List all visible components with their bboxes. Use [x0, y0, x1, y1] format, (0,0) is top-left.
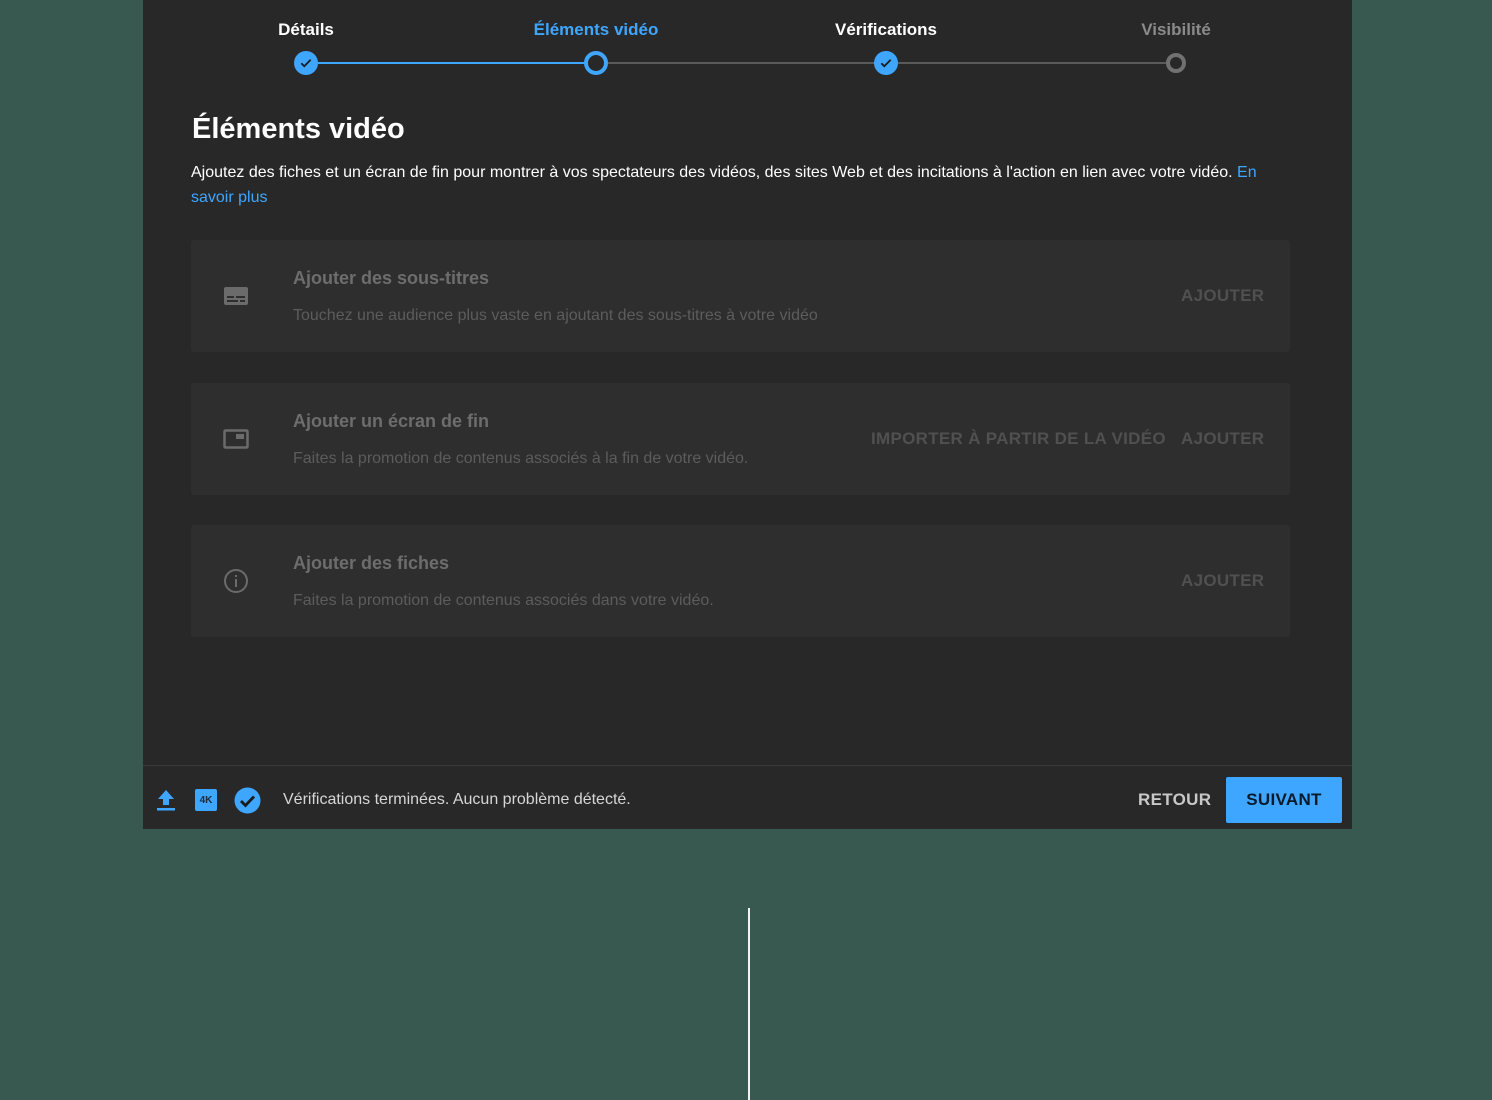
- step-checks-label[interactable]: Vérifications: [835, 20, 937, 40]
- dialog-footer: 4K Vérifications terminées. Aucun problè…: [143, 765, 1352, 830]
- cards-card: Ajouter des fiches Faites la promotion d…: [191, 525, 1290, 637]
- upload-dialog: Détails Éléments vidéo Vérifications Vis…: [143, 0, 1352, 829]
- step-visibility-label[interactable]: Visibilité: [1141, 20, 1211, 40]
- text-cursor-line: [748, 908, 750, 1100]
- step-video-elements-current-icon[interactable]: [584, 51, 608, 75]
- info-icon: [224, 569, 248, 593]
- next-button[interactable]: SUIVANT: [1226, 777, 1342, 823]
- checks-complete-icon[interactable]: [234, 787, 261, 814]
- upload-icon[interactable]: [155, 788, 177, 812]
- add-cards-button[interactable]: AJOUTER: [1181, 571, 1264, 591]
- page-title: Éléments vidéo: [192, 113, 405, 145]
- end-screen-card: Ajouter un écran de fin Faites la promot…: [191, 383, 1290, 495]
- cards-card-title: Ajouter des fiches: [293, 553, 450, 573]
- stepper-line-done: [306, 62, 596, 64]
- end-screen-icon: [223, 429, 249, 449]
- step-video-elements-label[interactable]: Éléments vidéo: [534, 20, 659, 40]
- step-details-check-icon[interactable]: [294, 51, 318, 75]
- subtitles-card-title: Ajouter des sous-titres: [293, 268, 490, 288]
- end-screen-card-title: Ajouter un écran de fin: [293, 411, 490, 431]
- step-visibility-pending-icon[interactable]: [1166, 53, 1186, 73]
- subtitles-icon: [224, 287, 248, 305]
- import-from-video-button[interactable]: IMPORTER À PARTIR DE LA VIDÉO: [871, 429, 1166, 449]
- back-button[interactable]: RETOUR: [1138, 790, 1211, 810]
- step-checks-check-icon[interactable]: [874, 51, 898, 75]
- description-text: Ajoutez des fiches et un écran de fin po…: [191, 164, 1233, 181]
- checks-status-text: Vérifications terminées. Aucun problème …: [283, 791, 631, 808]
- add-end-screen-button[interactable]: AJOUTER: [1181, 429, 1264, 449]
- end-screen-card-subtitle: Faites la promotion de contenus associés…: [293, 450, 749, 467]
- subtitles-card: Ajouter des sous-titres Touchez une audi…: [191, 240, 1290, 352]
- add-subtitles-button[interactable]: AJOUTER: [1181, 286, 1264, 306]
- step-details-label[interactable]: Détails: [278, 20, 334, 40]
- page-description: Ajoutez des fiches et un écran de fin po…: [191, 160, 1296, 210]
- subtitles-card-subtitle: Touchez une audience plus vaste en ajout…: [293, 307, 818, 324]
- stepper: Détails Éléments vidéo Vérifications Vis…: [143, 0, 1352, 100]
- cards-card-subtitle: Faites la promotion de contenus associés…: [293, 592, 714, 609]
- hd-badge-icon[interactable]: 4K: [195, 789, 217, 811]
